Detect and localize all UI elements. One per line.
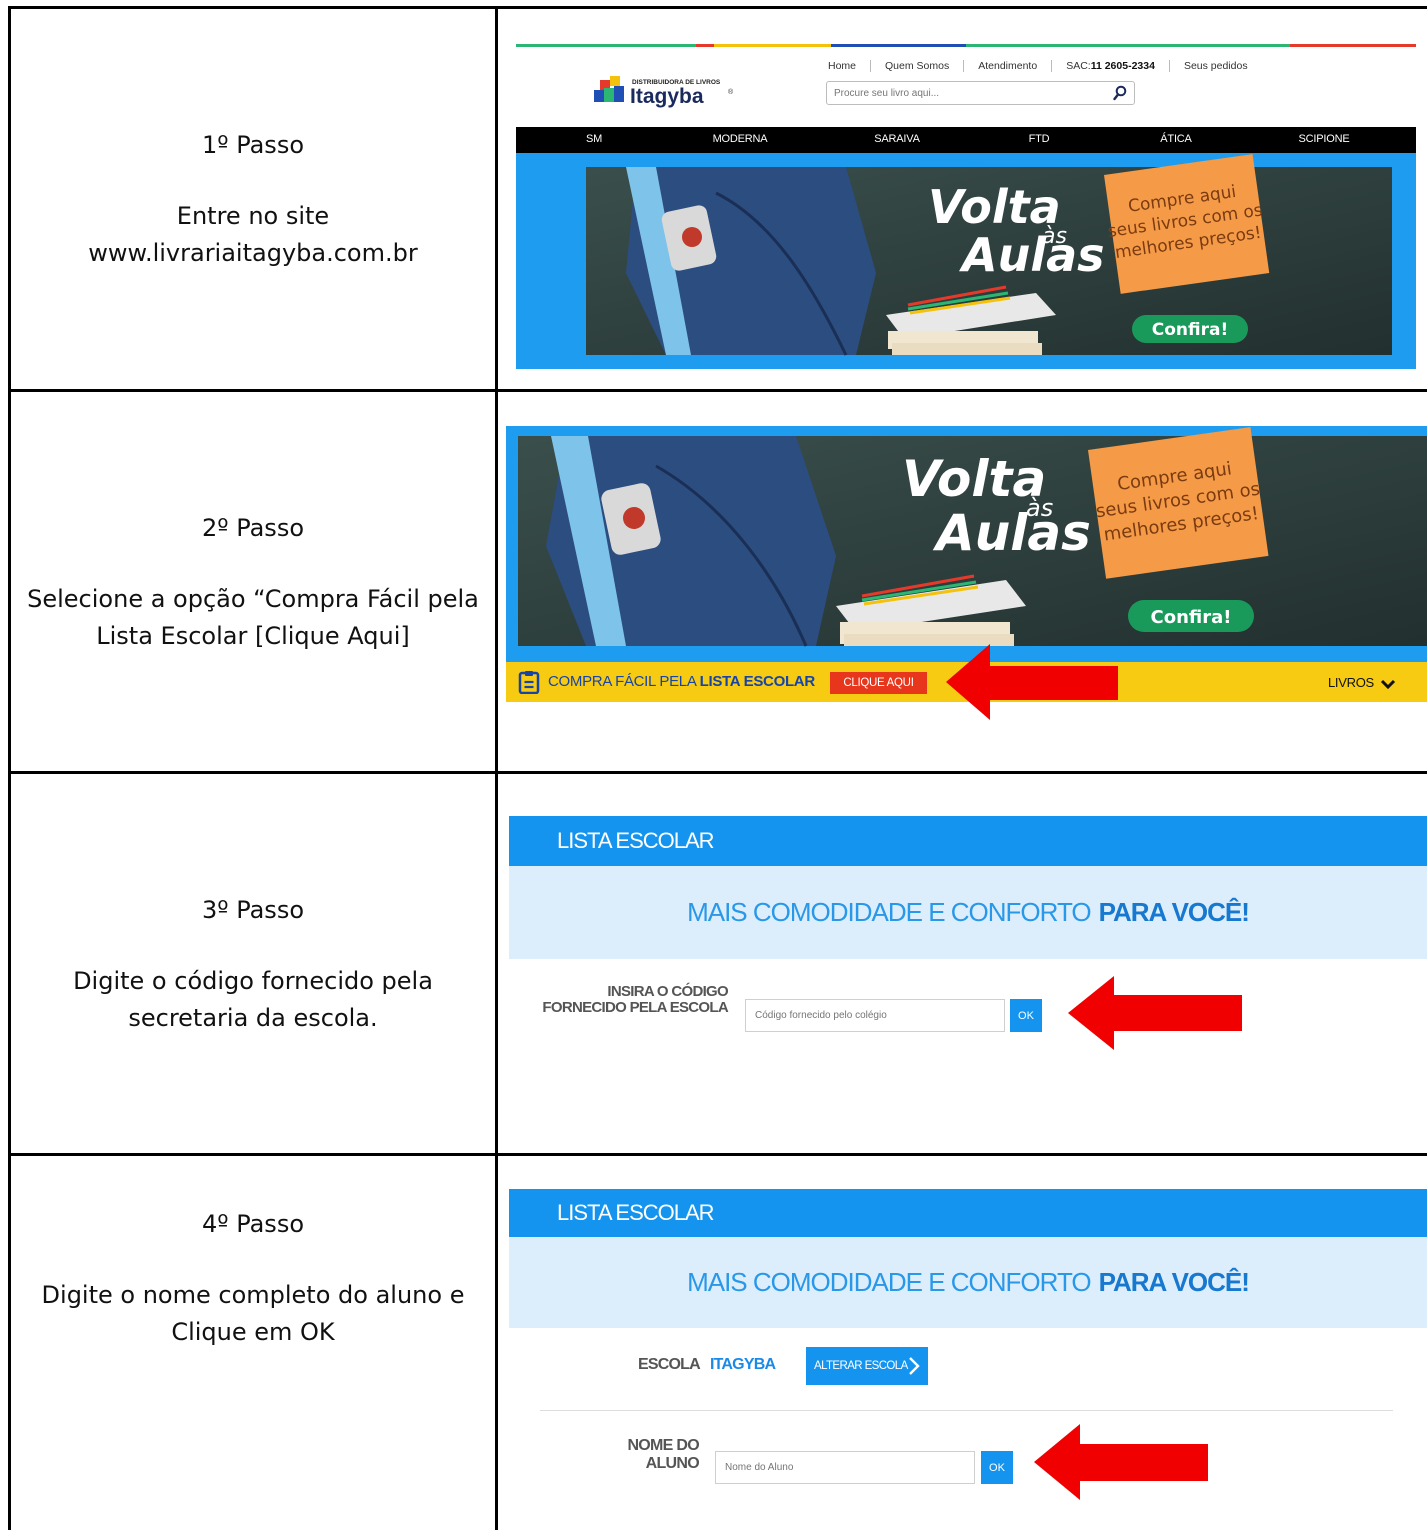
step-title: 3º Passo xyxy=(202,895,304,924)
confira-label: Confira! xyxy=(1151,607,1232,628)
banner-title-aulas: Aulas xyxy=(959,228,1105,282)
lista-escolar-subtitle: MAIS COMODIDADE E CONFORTO PARA VOCÊ! xyxy=(509,1237,1427,1328)
logo-registered: ® xyxy=(728,88,734,96)
step-description-line: secretaria da escola. xyxy=(128,1003,378,1032)
step-description-line: Digite o código fornecido pela xyxy=(73,966,433,995)
livros-dropdown[interactable]: LIVROS xyxy=(1328,675,1396,690)
student-name-input[interactable] xyxy=(715,1451,975,1484)
red-arrow-pointer xyxy=(1034,1424,1208,1500)
step-description-line: Digite o nome completo do aluno e xyxy=(41,1280,465,1309)
menu-item-ftd[interactable]: FTD xyxy=(1029,133,1050,145)
name-ok-button[interactable]: OK xyxy=(981,1451,1013,1484)
step-description-line: www.livrariaitagyba.com.br xyxy=(88,238,418,267)
code-field-label: INSIRA O CÓDIGO FORNECIDO PELA ESCOLA xyxy=(542,983,728,1016)
step-title: 4º Passo xyxy=(202,1209,304,1238)
confira-label: Confira! xyxy=(1152,320,1228,340)
clique-aqui-button[interactable]: CLIQUE AQUI xyxy=(830,672,927,694)
nav-seus-pedidos[interactable]: Seus pedidos xyxy=(1184,60,1248,72)
nav-home[interactable]: Home xyxy=(828,60,856,72)
volta-as-aulas-banner[interactable]: Compre aqui seus livros com os melhores … xyxy=(506,426,1427,662)
nav-quem-somos[interactable]: Quem Somos xyxy=(885,60,949,72)
publisher-menu: SM MODERNA SARAIVA FTD ÁTICA SCIPIONE xyxy=(516,127,1416,153)
step-description-line: Clique em OK xyxy=(171,1317,335,1346)
lista-escolar-header: LISTA ESCOLAR xyxy=(509,1189,1427,1237)
banner-title-volta: Volta xyxy=(928,180,1061,234)
step-4-text: 4º Passo Digite o nome completo do aluno… xyxy=(10,1156,496,1400)
nav-atendimento[interactable]: Atendimento xyxy=(978,60,1037,72)
menu-item-scipione[interactable]: SCIPIONE xyxy=(1299,133,1350,145)
banner-title-aulas: Aulas xyxy=(932,504,1091,562)
logo-name: Itagyba xyxy=(630,85,704,108)
site-search xyxy=(826,81,1135,105)
menu-item-atica[interactable]: ÁTICA xyxy=(1160,133,1192,145)
step-description-line: Selecione a opção “Compra Fácil pela xyxy=(27,584,479,613)
chevron-down-icon xyxy=(1381,679,1396,689)
student-name-label: NOME DO ALUNO xyxy=(627,1437,699,1472)
step-2-text: 2º Passo Selecione a opção “Compra Fácil… xyxy=(10,392,496,772)
search-input[interactable] xyxy=(827,82,1097,104)
banner-title-volta: Volta xyxy=(902,450,1046,508)
divider xyxy=(540,1410,1393,1411)
alterar-escola-button[interactable]: ALTERAR ESCOLA xyxy=(806,1347,928,1385)
chevron-right-icon xyxy=(909,1357,920,1375)
code-ok-button[interactable]: OK xyxy=(1010,999,1042,1032)
clipboard-icon xyxy=(518,671,540,694)
menu-item-saraiva[interactable]: SARAIVA xyxy=(874,133,920,145)
step-1-text: 1º Passo Entre no site www.livrariaitagy… xyxy=(10,9,496,389)
step-3-text: 3º Passo Digite o código fornecido pela … xyxy=(10,774,496,1154)
step-description-line: Entre no site xyxy=(176,201,330,230)
search-icon[interactable] xyxy=(1113,85,1127,101)
color-stripe xyxy=(516,44,1416,47)
escola-label: ESCOLA xyxy=(638,1356,701,1373)
menu-item-sm[interactable]: SM xyxy=(586,133,602,145)
school-code-input[interactable] xyxy=(745,999,1005,1032)
volta-as-aulas-banner[interactable]: Compre aqui seus livros com os melhores … xyxy=(516,153,1416,369)
step-description-line: Lista Escolar [Clique Aqui] xyxy=(96,621,410,650)
lista-escolar-subtitle: MAIS COMODIDADE E CONFORTO PARA VOCÊ! xyxy=(509,866,1427,959)
compra-facil-label: COMPRA FÁCIL PELA LISTA ESCOLAR xyxy=(548,673,815,690)
red-arrow-pointer xyxy=(946,644,1118,720)
step-title: 1º Passo xyxy=(202,130,304,159)
step-title: 2º Passo xyxy=(202,513,304,542)
itagyba-logo[interactable]: DISTRIBUIDORA DE LIVROS Itagyba ® xyxy=(592,72,752,108)
nav-sac: SAC: 11 2605-2334 xyxy=(1066,60,1155,72)
top-navigation: Home Quem Somos Atendimento SAC: 11 2605-23… xyxy=(828,60,1248,73)
menu-item-moderna[interactable]: MODERNA xyxy=(713,133,768,145)
escola-value: ITAGYBA xyxy=(710,1356,776,1373)
red-arrow-pointer xyxy=(1068,976,1242,1050)
lista-escolar-header: LISTA ESCOLAR xyxy=(509,816,1427,866)
